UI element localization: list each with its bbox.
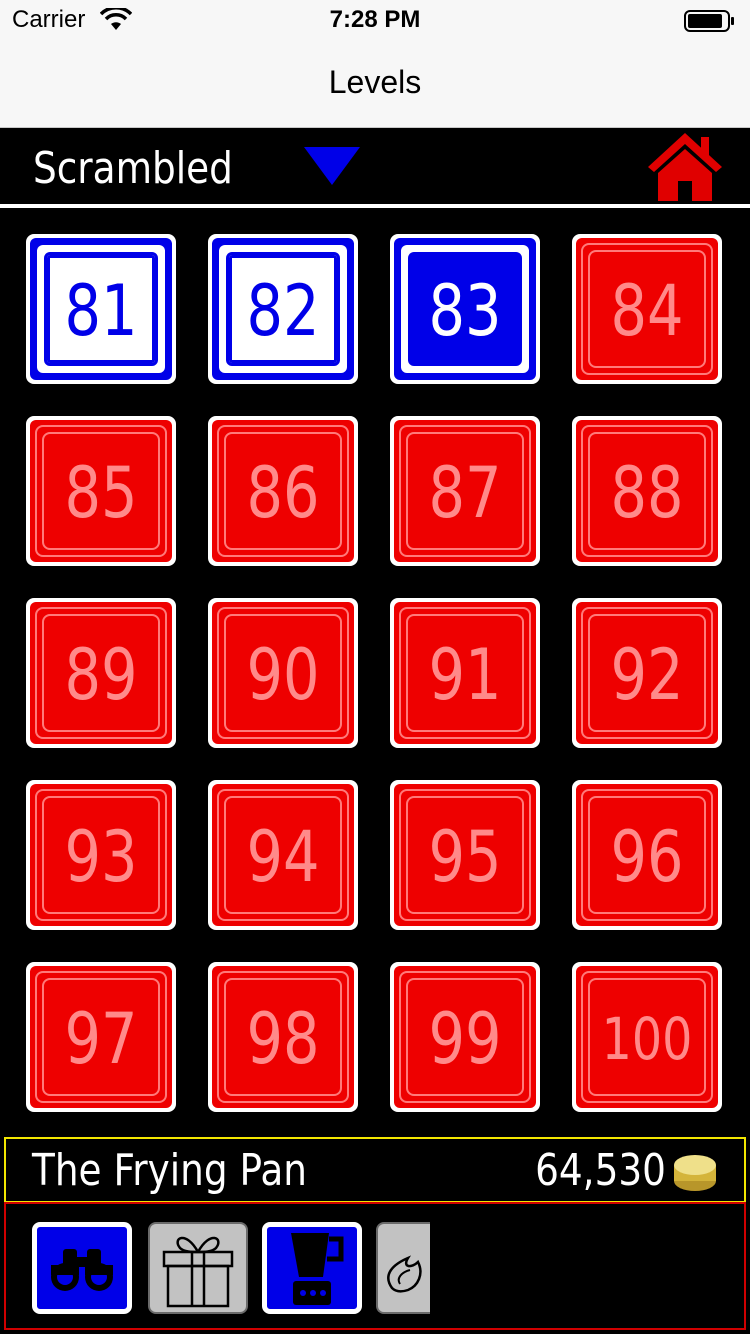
level-tile-93[interactable]: 93: [26, 780, 176, 930]
powerup-tray: [4, 1202, 746, 1330]
status-bar: Carrier 7:28 PM: [0, 0, 750, 40]
level-number: 85: [64, 452, 138, 534]
level-number: 89: [64, 634, 138, 716]
level-tile-85[interactable]: 85: [26, 416, 176, 566]
level-number: 95: [428, 816, 502, 898]
blender-icon: [291, 1233, 344, 1305]
level-number: 97: [64, 998, 138, 1080]
level-number: 83: [428, 270, 502, 352]
level-number: 100: [601, 1005, 693, 1073]
level-number: 81: [64, 270, 138, 352]
mode-header: Scrambled: [0, 129, 750, 205]
level-number: 98: [246, 998, 320, 1080]
level-number: 86: [246, 452, 320, 534]
page-title: Levels: [328, 64, 422, 100]
level-number: 82: [246, 270, 320, 352]
top-bar: Carrier 7:28 PM Levels: [0, 0, 750, 128]
level-tile-95[interactable]: 95: [390, 780, 540, 930]
level-number: 99: [428, 998, 502, 1080]
level-number: 91: [428, 634, 502, 716]
level-tile-83[interactable]: 83: [390, 234, 540, 384]
binoculars-icon: [51, 1249, 113, 1291]
level-number: 87: [428, 452, 502, 534]
level-tile-86[interactable]: 86: [208, 416, 358, 566]
level-number: 88: [610, 452, 684, 534]
powerup-flame[interactable]: [376, 1222, 430, 1314]
level-number: 94: [246, 816, 320, 898]
level-tile-97[interactable]: 97: [26, 962, 176, 1112]
flame-icon: [387, 1255, 422, 1293]
area-name: The Frying Pan: [32, 1145, 307, 1196]
coin-count: 64,530: [535, 1145, 666, 1196]
level-number: 84: [610, 270, 684, 352]
level-tile-81[interactable]: 81: [26, 234, 176, 384]
battery-icon: [684, 10, 734, 32]
header-divider: [0, 204, 750, 208]
mode-label: Scrambled: [33, 143, 233, 194]
level-number: 96: [610, 816, 684, 898]
gift-icon: [162, 1236, 234, 1308]
level-number: 90: [246, 634, 320, 716]
level-tile-98[interactable]: 98: [208, 962, 358, 1112]
level-number: 92: [610, 634, 684, 716]
level-tile-88[interactable]: 88: [572, 416, 722, 566]
level-tile-100[interactable]: 100: [572, 962, 722, 1112]
level-number: 93: [64, 816, 138, 898]
home-icon[interactable]: [646, 131, 724, 203]
level-tile-82[interactable]: 82: [208, 234, 358, 384]
powerup-blender[interactable]: [262, 1222, 362, 1314]
levels-grid: 81 82 83 84 85 86 87 88 89 90 91 92 93 94 95 96 97 98 99 10…: [26, 234, 726, 1114]
powerup-binoculars[interactable]: [32, 1222, 132, 1314]
level-tile-84[interactable]: 84: [572, 234, 722, 384]
level-tile-87[interactable]: 87: [390, 416, 540, 566]
status-time: 7:28 PM: [329, 6, 421, 33]
powerup-gift[interactable]: [148, 1222, 248, 1314]
dropdown-triangle-icon[interactable]: [302, 143, 362, 189]
coin-stack-icon: [674, 1155, 716, 1191]
level-tile-89[interactable]: 89: [26, 598, 176, 748]
level-tile-91[interactable]: 91: [390, 598, 540, 748]
level-tile-94[interactable]: 94: [208, 780, 358, 930]
level-tile-99[interactable]: 99: [390, 962, 540, 1112]
level-tile-90[interactable]: 90: [208, 598, 358, 748]
level-tile-92[interactable]: 92: [572, 598, 722, 748]
info-bar: The Frying Pan 64,530: [4, 1137, 746, 1203]
level-tile-96[interactable]: 96: [572, 780, 722, 930]
